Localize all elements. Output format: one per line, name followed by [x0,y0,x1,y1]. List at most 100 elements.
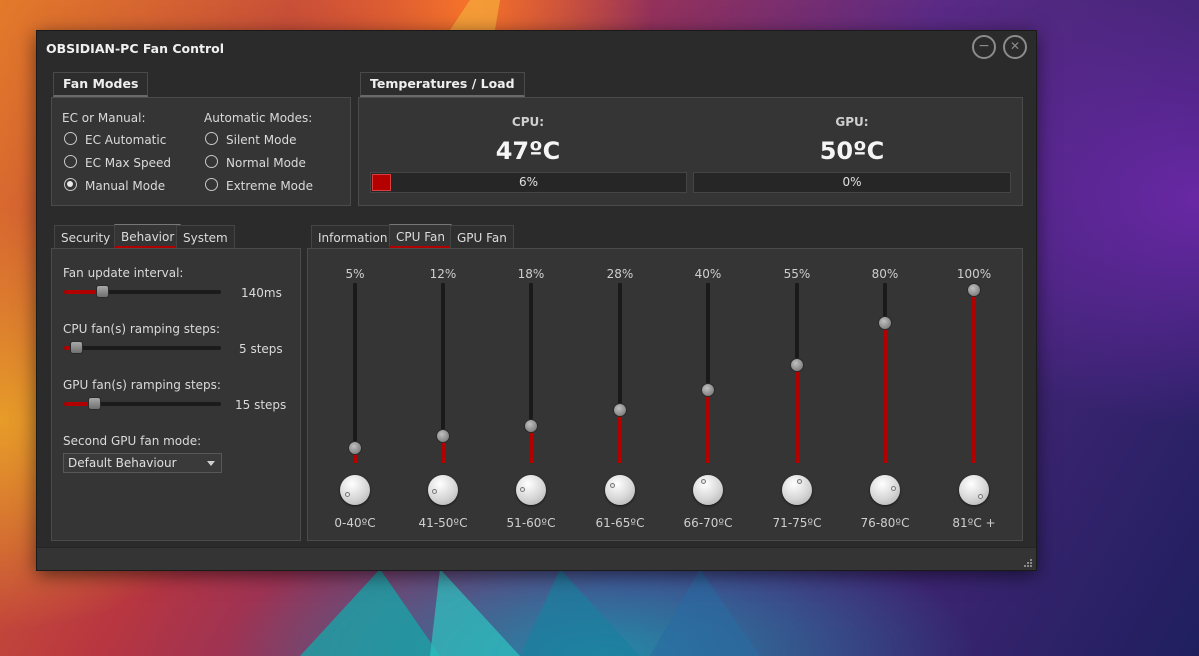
automatic-modes-label: Automatic Modes: [204,111,313,125]
gpu-temp-value: 50ºC [819,137,885,165]
fan-step-percent: 100% [956,267,992,281]
temperatures-panel: CPU: 47ºC GPU: 50ºC 6% 0% [358,97,1023,206]
dial-indicator-dot [520,487,525,492]
dial-indicator-dot [701,479,706,484]
dial-indicator-dot [978,494,983,499]
fan-step-dial[interactable] [693,475,723,505]
minimize-button[interactable]: − [972,35,996,59]
fan-step-percent: 5% [345,267,365,281]
fan-step-handle[interactable] [348,441,362,455]
fan-step-temp-range: 81ºC + [952,516,996,530]
fan-step-temp-range: 66-70ºC [683,516,733,530]
extreme-mode-label: Extreme Mode [226,179,314,193]
radio-normal-mode[interactable] [205,155,218,168]
second-gpu-label: Second GPU fan mode: [63,434,202,448]
fan-step-percent: 80% [871,267,899,281]
update-interval-label: Fan update interval: [63,266,184,280]
close-icon: ✕ [1009,39,1021,53]
chevron-down-icon [207,461,215,466]
fan-step-temp-range: 76-80ºC [860,516,910,530]
fan-step-dial[interactable] [782,475,812,505]
tab-gpu-fan[interactable]: GPU Fan [450,225,514,249]
second-gpu-selected: Default Behaviour [68,456,177,470]
fan-step-percent: 12% [429,267,457,281]
cpu-steps-value: 5 steps [239,342,283,356]
fan-step-handle[interactable] [790,358,804,372]
cpu-temp-label: CPU: [511,115,545,129]
cpu-steps-slider[interactable] [64,341,221,354]
fan-step-temp-range: 0-40ºC [334,516,376,530]
fan-step-handle[interactable] [613,403,627,417]
fan-step-fill [972,289,976,463]
fan-step-slider[interactable] [972,283,976,463]
fan-step-slider[interactable] [529,283,533,463]
dial-indicator-dot [891,486,896,491]
gpu-steps-slider[interactable] [64,397,221,410]
fan-step-dial[interactable] [959,475,989,505]
update-interval-slider[interactable] [64,285,221,298]
cpu-load-bar: 6% [370,172,687,193]
gpu-steps-label: GPU fan(s) ramping steps: [63,378,221,392]
fan-step-handle[interactable] [436,429,450,443]
fan-step-handle[interactable] [701,383,715,397]
tab-system[interactable]: System [176,225,235,249]
silent-mode-label: Silent Mode [226,133,297,147]
gpu-steps-handle[interactable] [88,397,101,410]
normal-mode-label: Normal Mode [226,156,306,170]
fan-step-slider[interactable] [706,283,710,463]
second-gpu-select[interactable]: Default Behaviour [63,453,222,473]
fan-step-percent: 18% [517,267,545,281]
fan-step-percent: 28% [606,267,634,281]
fan-modes-group-label: Fan Modes [53,72,149,97]
cpu-load-text: 6% [518,175,539,189]
fan-step-handle[interactable] [524,419,538,433]
fan-step-slider[interactable] [883,283,887,463]
fan-step-dial[interactable] [340,475,370,505]
behavior-panel: Fan update interval: 140ms CPU fan(s) ra… [51,248,301,541]
radio-silent-mode[interactable] [205,132,218,145]
update-interval-value: 140ms [241,286,282,300]
fan-control-window: OBSIDIAN-PC Fan Control − ✕ Fan Modes EC… [36,30,1037,571]
cpu-steps-handle[interactable] [70,341,83,354]
fan-step-dial[interactable] [870,475,900,505]
status-bar [37,547,1036,570]
window-title: OBSIDIAN-PC Fan Control [46,41,225,56]
fan-step-handle[interactable] [878,316,892,330]
fan-step-temp-range: 71-75ºC [772,516,822,530]
fan-step-dial[interactable] [605,475,635,505]
ec-or-manual-label: EC or Manual: [62,111,146,125]
fan-step-slider[interactable] [618,283,622,463]
fan-modes-panel: EC or Manual: Automatic Modes: EC Automa… [51,97,351,206]
dial-indicator-dot [345,492,350,497]
radio-manual-mode[interactable] [64,178,77,191]
tab-security[interactable]: Security [54,225,118,249]
manual-mode-label: Manual Mode [85,179,166,193]
dial-indicator-dot [797,479,802,484]
radio-ec-automatic[interactable] [64,132,77,145]
close-button[interactable]: ✕ [1003,35,1027,59]
fan-step-slider[interactable] [353,283,357,463]
update-interval-handle[interactable] [96,285,109,298]
fan-step-dial[interactable] [428,475,458,505]
cpu-temp-value: 47ºC [495,137,561,165]
fan-step-temp-range: 61-65ºC [595,516,645,530]
tab-behavior[interactable]: Behavior [114,224,182,248]
gpu-steps-value: 15 steps [235,398,287,412]
fan-step-dial[interactable] [516,475,546,505]
tab-information[interactable]: Information [311,225,395,249]
dial-indicator-dot [432,489,437,494]
fan-step-fill [618,410,622,463]
minimize-icon: − [978,38,990,54]
tab-cpu-fan[interactable]: CPU Fan [389,224,452,248]
gpu-load-bar: 0% [693,172,1011,193]
radio-ec-max-speed[interactable] [64,155,77,168]
radio-extreme-mode[interactable] [205,178,218,191]
fan-step-temp-range: 51-60ºC [506,516,556,530]
fan-step-temp-range: 41-50ºC [418,516,468,530]
fan-step-slider[interactable] [795,283,799,463]
fan-step-percent: 55% [783,267,811,281]
cpu-fan-curve-panel: 5% 0-40ºC 12% 41-50ºC 18% 51-60ºC 28% 61-65ºC 40… [307,248,1023,541]
resize-grip-icon[interactable] [1023,558,1033,568]
temperatures-group-label: Temperatures / Load [360,72,525,97]
fan-step-handle[interactable] [967,283,981,297]
